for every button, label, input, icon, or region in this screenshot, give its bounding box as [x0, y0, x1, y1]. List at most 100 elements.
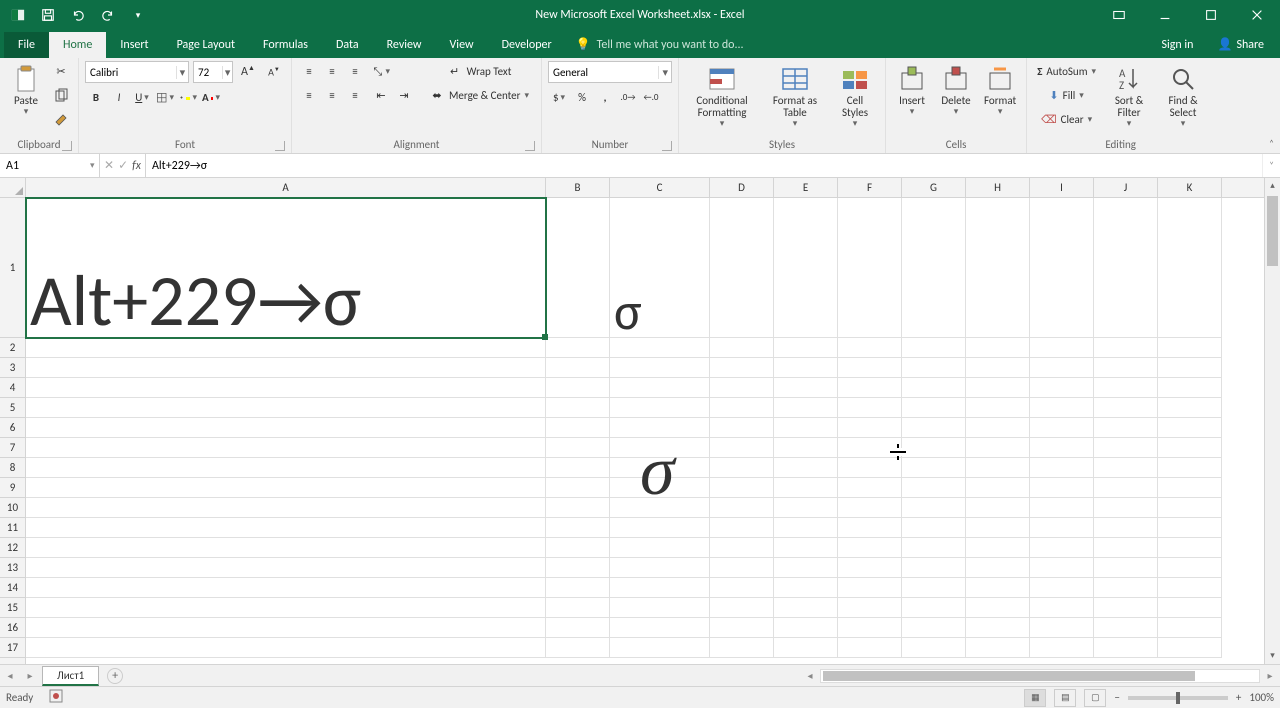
- cell-F11[interactable]: [838, 518, 902, 538]
- cell-E2[interactable]: [774, 338, 838, 358]
- col-header-C[interactable]: C: [610, 178, 710, 197]
- cell-E7[interactable]: [774, 438, 838, 458]
- cell-A6[interactable]: [26, 418, 546, 438]
- cell-H5[interactable]: [966, 398, 1030, 418]
- border-button[interactable]: ▾: [154, 87, 176, 109]
- tab-review[interactable]: Review: [373, 32, 436, 58]
- cell-G1[interactable]: [902, 198, 966, 338]
- font-name-combo[interactable]: ▾: [85, 61, 189, 83]
- cell-E4[interactable]: [774, 378, 838, 398]
- col-header-I[interactable]: I: [1030, 178, 1094, 197]
- row-header-1[interactable]: 1: [0, 198, 25, 338]
- clear-button[interactable]: ⌫Clear▾: [1033, 109, 1100, 131]
- cell-H16[interactable]: [966, 618, 1030, 638]
- increase-indent-button[interactable]: ⇥: [393, 85, 415, 107]
- italic-button[interactable]: I: [108, 87, 130, 109]
- increase-decimal-button[interactable]: .0→: [617, 87, 639, 109]
- row-header-5[interactable]: 5: [0, 398, 25, 418]
- decrease-indent-button[interactable]: ⇤: [370, 85, 392, 107]
- cell-D2[interactable]: [710, 338, 774, 358]
- view-page-layout-button[interactable]: ▤: [1054, 689, 1076, 707]
- cell-J9[interactable]: [1094, 478, 1158, 498]
- cell-F9[interactable]: [838, 478, 902, 498]
- cell-F12[interactable]: [838, 538, 902, 558]
- cell-C3[interactable]: [610, 358, 710, 378]
- cell-J5[interactable]: [1094, 398, 1158, 418]
- row-header-2[interactable]: 2: [0, 338, 25, 358]
- cell-B6[interactable]: [546, 418, 610, 438]
- cell-K6[interactable]: [1158, 418, 1222, 438]
- paste-button[interactable]: Paste ▾: [6, 61, 46, 119]
- cell-A17[interactable]: [26, 638, 546, 658]
- cell-G14[interactable]: [902, 578, 966, 598]
- cell-G8[interactable]: [902, 458, 966, 478]
- col-header-J[interactable]: J: [1094, 178, 1158, 197]
- cell-B3[interactable]: [546, 358, 610, 378]
- cell-A7[interactable]: [26, 438, 546, 458]
- cell-K10[interactable]: [1158, 498, 1222, 518]
- cell-J14[interactable]: [1094, 578, 1158, 598]
- cell-G2[interactable]: [902, 338, 966, 358]
- cell-I5[interactable]: [1030, 398, 1094, 418]
- formula-bar[interactable]: [146, 154, 1262, 177]
- cell-G7[interactable]: [902, 438, 966, 458]
- cell-D16[interactable]: [710, 618, 774, 638]
- number-format-combo[interactable]: ▾: [548, 61, 672, 83]
- tab-page-layout[interactable]: Page Layout: [163, 32, 249, 58]
- cell-A10[interactable]: [26, 498, 546, 518]
- minimize-icon[interactable]: [1142, 0, 1188, 30]
- cell-F13[interactable]: [838, 558, 902, 578]
- expand-formula-bar[interactable]: ˅: [1262, 154, 1280, 177]
- launcher-clipboard[interactable]: [62, 141, 72, 151]
- cell-F4[interactable]: [838, 378, 902, 398]
- cell-G9[interactable]: [902, 478, 966, 498]
- align-bottom-button[interactable]: ≡: [344, 61, 366, 83]
- wrap-text-button[interactable]: ↵Wrap Text: [425, 61, 533, 83]
- launcher-font[interactable]: [275, 141, 285, 151]
- tab-data[interactable]: Data: [322, 32, 373, 58]
- cell-I17[interactable]: [1030, 638, 1094, 658]
- cell-C14[interactable]: [610, 578, 710, 598]
- format-painter-button[interactable]: [50, 109, 72, 131]
- cut-button[interactable]: ✂: [50, 61, 72, 83]
- collapse-ribbon-icon[interactable]: ˄: [1269, 138, 1274, 149]
- cell-J12[interactable]: [1094, 538, 1158, 558]
- cells-area[interactable]: Alt+229→σσσ: [26, 198, 1264, 664]
- cell-D7[interactable]: [710, 438, 774, 458]
- cell-H15[interactable]: [966, 598, 1030, 618]
- worksheet-grid[interactable]: ABCDEFGHIJK 1234567891011121314151617 Al…: [0, 178, 1280, 664]
- cell-A9[interactable]: [26, 478, 546, 498]
- row-header-15[interactable]: 15: [0, 598, 25, 618]
- cell-J8[interactable]: [1094, 458, 1158, 478]
- cell-F3[interactable]: [838, 358, 902, 378]
- cell-G16[interactable]: [902, 618, 966, 638]
- cell-C2[interactable]: [610, 338, 710, 358]
- cell-E11[interactable]: [774, 518, 838, 538]
- cell-C17[interactable]: [610, 638, 710, 658]
- cell-K5[interactable]: [1158, 398, 1222, 418]
- align-center-button[interactable]: ≡: [321, 85, 343, 107]
- cell-K17[interactable]: [1158, 638, 1222, 658]
- tab-view[interactable]: View: [436, 32, 488, 58]
- conditional-formatting-button[interactable]: Conditional Formatting▾: [685, 61, 759, 131]
- font-color-button[interactable]: A▾: [200, 87, 222, 109]
- undo-icon[interactable]: [64, 1, 92, 29]
- sheet-nav-prev[interactable]: ◂: [0, 665, 20, 686]
- cell-I11[interactable]: [1030, 518, 1094, 538]
- cell-H17[interactable]: [966, 638, 1030, 658]
- align-top-button[interactable]: ≡: [298, 61, 320, 83]
- col-header-E[interactable]: E: [774, 178, 838, 197]
- cell-F6[interactable]: [838, 418, 902, 438]
- cell-G4[interactable]: [902, 378, 966, 398]
- cell-F14[interactable]: [838, 578, 902, 598]
- cell-E17[interactable]: [774, 638, 838, 658]
- cell-D12[interactable]: [710, 538, 774, 558]
- cell-F10[interactable]: [838, 498, 902, 518]
- row-header-11[interactable]: 11: [0, 518, 25, 538]
- col-header-A[interactable]: A: [26, 178, 546, 197]
- cell-C13[interactable]: [610, 558, 710, 578]
- row-header-10[interactable]: 10: [0, 498, 25, 518]
- launcher-number[interactable]: [662, 141, 672, 151]
- row-header-3[interactable]: 3: [0, 358, 25, 378]
- fill-button[interactable]: ⬇Fill▾: [1033, 85, 1100, 107]
